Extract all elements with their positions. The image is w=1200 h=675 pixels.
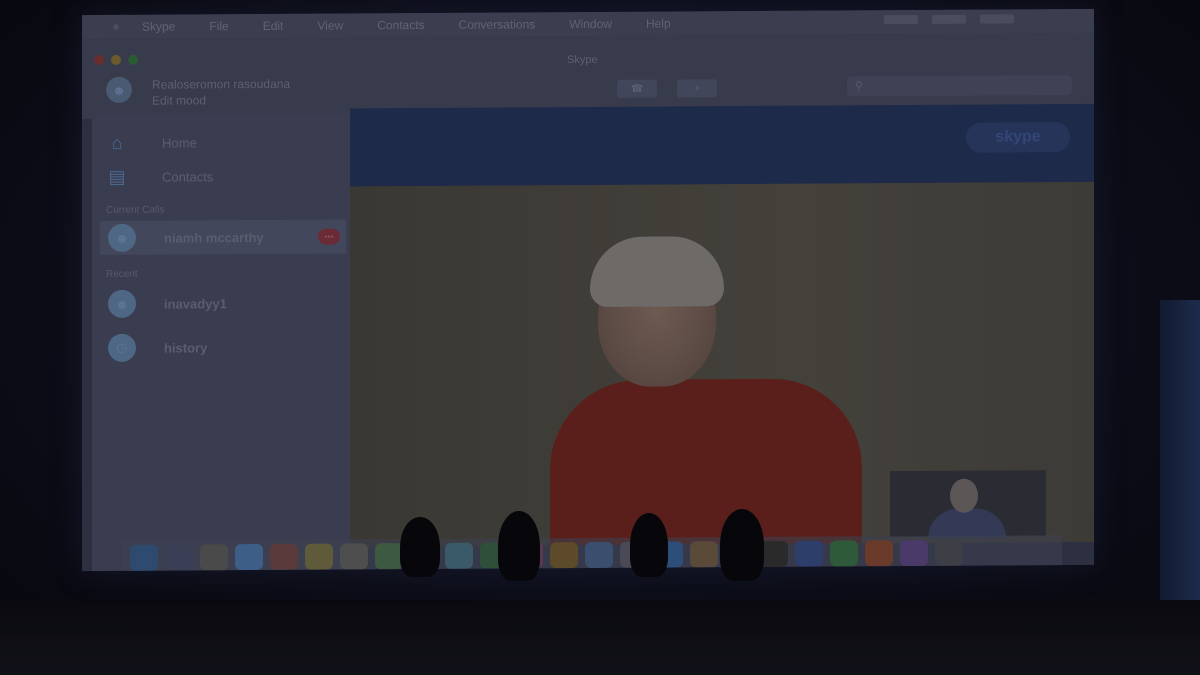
audience-silhouettes [380,505,800,585]
menu-item-contacts[interactable]: Contacts [377,18,424,32]
avatar: ☻ [108,289,136,318]
call-header: skype [350,103,1094,187]
excel-icon[interactable] [830,540,858,567]
status-item[interactable] [884,14,918,25]
projected-screen: ● Skype File Edit View Contacts Conversa… [82,8,1094,572]
audience-head [498,511,540,581]
menu-status-area [884,14,1014,25]
mail-icon[interactable] [235,543,263,571]
self-view-face [950,478,978,513]
audience-head [630,513,668,577]
powerpoint-icon[interactable] [865,540,893,567]
user-icon: ☻ [112,82,126,98]
mood-message: Edit mood [152,93,207,108]
zoom-window-button[interactable] [128,54,138,65]
skype-logo: skype [966,122,1070,153]
sidebar: ⌂ Home ▤ Contacts Current Calls ☻ niamh … [92,113,350,572]
window-controls [94,54,138,66]
contacts-icon: ▤ [108,166,126,187]
contact-name: niamh mccarthy [164,229,264,246]
self-view-preview[interactable] [890,470,1046,539]
calendar-icon[interactable] [270,543,298,570]
room-floor [0,600,1200,675]
apple-menu-icon[interactable]: ● [112,19,126,34]
search-icon: ⚲ [855,80,864,93]
section-heading-current-calls: Current Calls [106,204,165,216]
avatar: ☻ [108,223,136,252]
contact-name: inavadyy1 [164,295,227,312]
phone-icon: ☎ [630,83,644,95]
menu-item-app[interactable]: Skype [142,20,175,34]
menu-item-window[interactable]: Window [569,17,612,31]
launchpad-icon[interactable] [165,544,193,571]
call-status-badge: ••• [318,228,340,245]
call-phone-button[interactable]: ☎ [617,79,657,98]
close-window-button[interactable] [94,54,104,66]
menu-item-file[interactable]: File [209,19,228,33]
profile-avatar[interactable]: ☻ [106,76,132,103]
sidebar-item-label: Home [162,134,197,151]
minimize-window-button[interactable] [111,54,121,65]
profile-name: Realoseromon rasoudana [152,76,291,92]
menu-item-conversations[interactable]: Conversations [459,17,536,31]
reminders-icon[interactable] [340,543,368,570]
contact-name: history [164,339,208,356]
section-heading-recent: Recent [106,268,138,280]
home-icon: ⌂ [111,132,123,153]
sidebar-item-contacts[interactable]: ▤ Contacts [104,161,344,190]
list-item-recent[interactable]: ◷ history [100,329,346,365]
add-contact-button[interactable]: + [677,79,717,98]
status-item[interactable] [980,14,1014,24]
self-view-body [928,508,1006,539]
itunes-icon[interactable] [900,539,928,567]
menu-item-view[interactable]: View [317,18,343,32]
sidebar-item-home[interactable]: ⌂ Home [104,127,344,156]
history-icon: ◷ [108,333,136,362]
sidebar-item-label: Contacts [162,168,214,185]
list-item-recent[interactable]: ☻ inavadyy1 [100,285,346,321]
search-input[interactable]: ⚲ [847,75,1072,97]
room-pillar [1160,300,1200,630]
caller-hair [590,236,724,307]
list-item-current-call[interactable]: ☻ niamh mccarthy ••• [100,219,346,255]
menu-item-help[interactable]: Help [646,16,671,30]
safari-icon[interactable] [200,544,228,571]
notes-icon[interactable] [305,543,333,570]
audience-head [720,509,764,581]
audience-head [400,517,440,577]
add-user-icon: + [694,82,700,94]
finder-icon[interactable] [130,544,158,571]
remote-video-feed[interactable] [350,181,1094,547]
trash-icon[interactable] [935,539,963,566]
menu-item-edit[interactable]: Edit [263,19,284,33]
status-item[interactable] [932,14,966,24]
window-title: Skype [567,53,598,67]
profile-status[interactable]: Realoseromon rasoudana Edit mood [152,75,352,108]
